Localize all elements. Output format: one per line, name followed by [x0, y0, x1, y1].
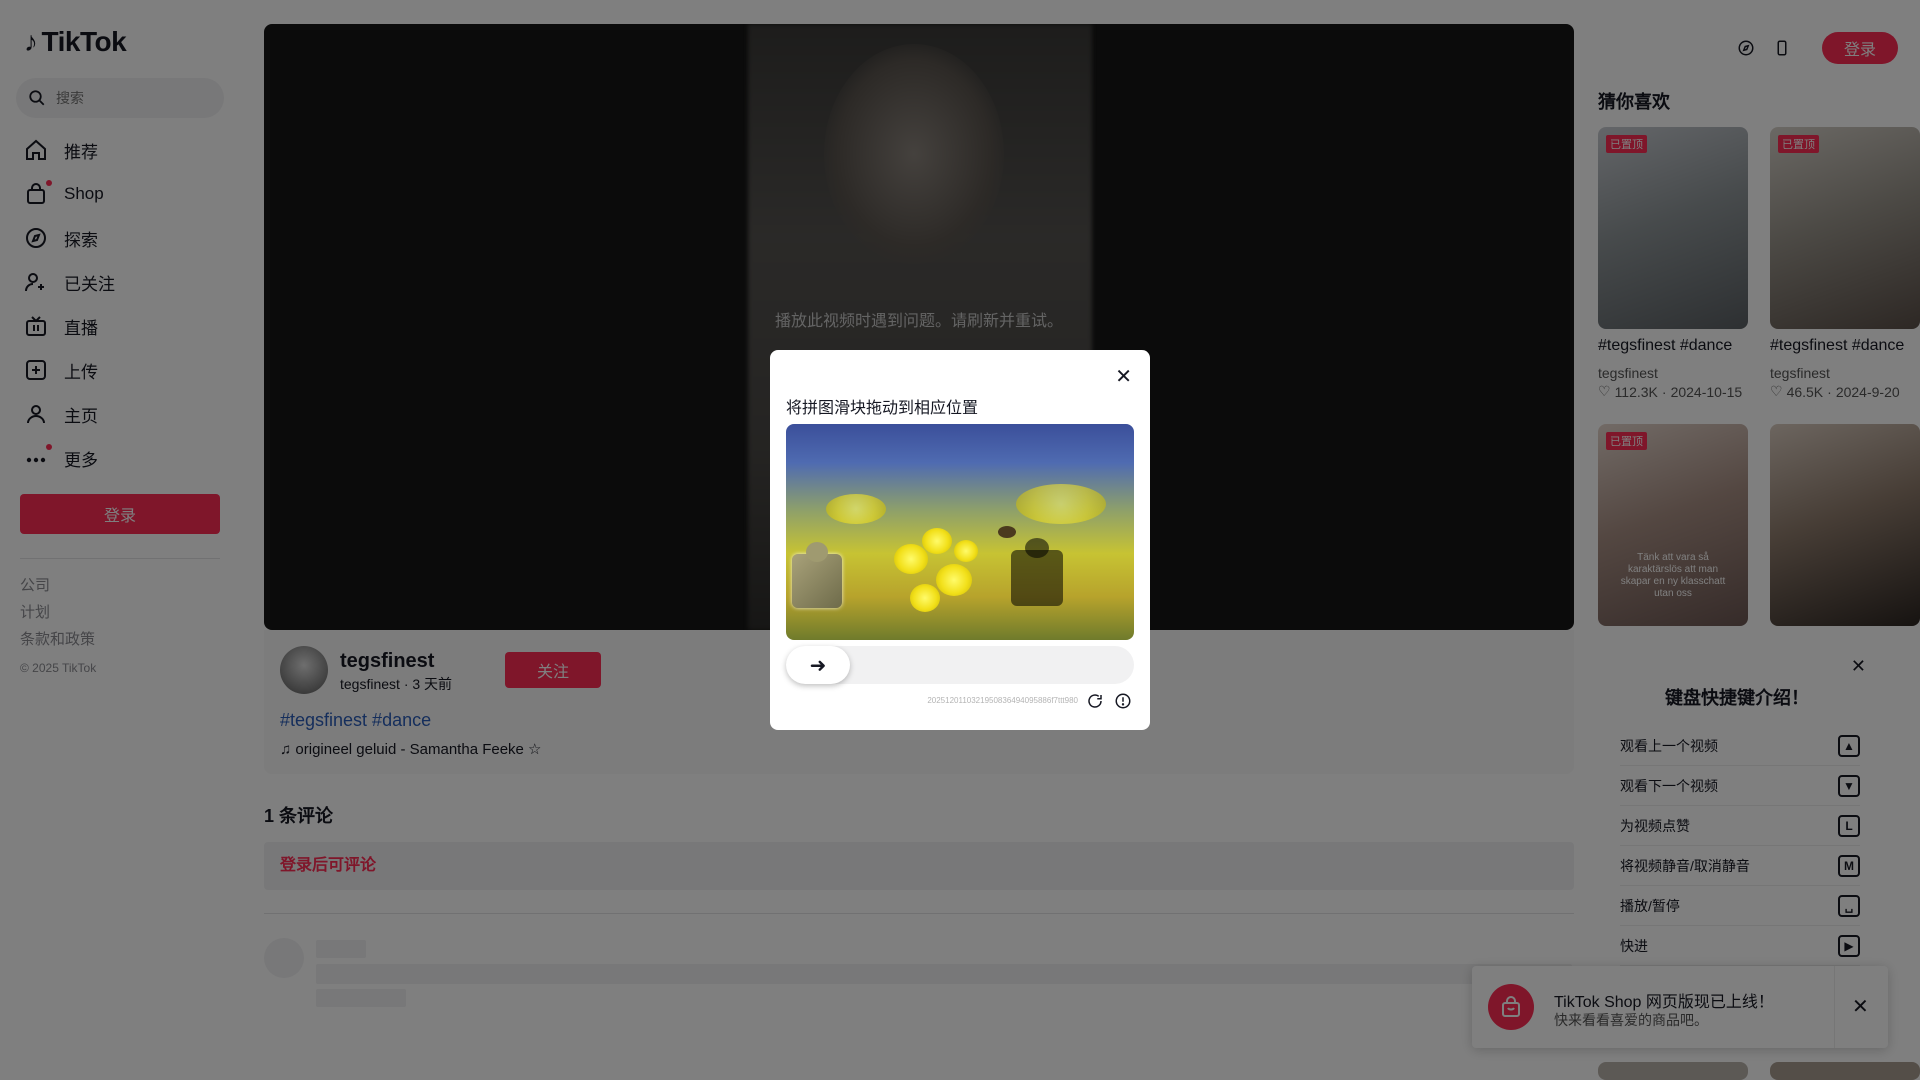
flower [894, 544, 928, 574]
refresh-icon[interactable] [1086, 692, 1104, 710]
close-icon[interactable]: ✕ [1115, 364, 1132, 389]
captcha-slider-knob[interactable]: ➜ [786, 646, 850, 684]
flower [910, 584, 940, 612]
flower [922, 528, 952, 554]
captcha-puzzle-image [786, 424, 1134, 640]
bee [998, 526, 1016, 538]
flower [1016, 484, 1106, 524]
arrow-right-icon: ➜ [809, 654, 827, 677]
puzzle-target-slot [1011, 538, 1063, 606]
flower [954, 540, 978, 562]
flower [826, 494, 886, 524]
captcha-slider-track[interactable]: ➜ [786, 646, 1134, 684]
captcha-id: 2025120110321950836494095886f7ttt980 [927, 696, 1078, 705]
captcha-title: 将拼图滑块拖动到相应位置 [786, 400, 979, 417]
captcha-dialog: ✕ 将拼图滑块拖动到相应位置 ➜ 20251201103219508364940… [770, 350, 1150, 730]
info-icon[interactable] [1114, 692, 1132, 710]
puzzle-piece[interactable] [792, 542, 842, 608]
flower [936, 564, 972, 596]
